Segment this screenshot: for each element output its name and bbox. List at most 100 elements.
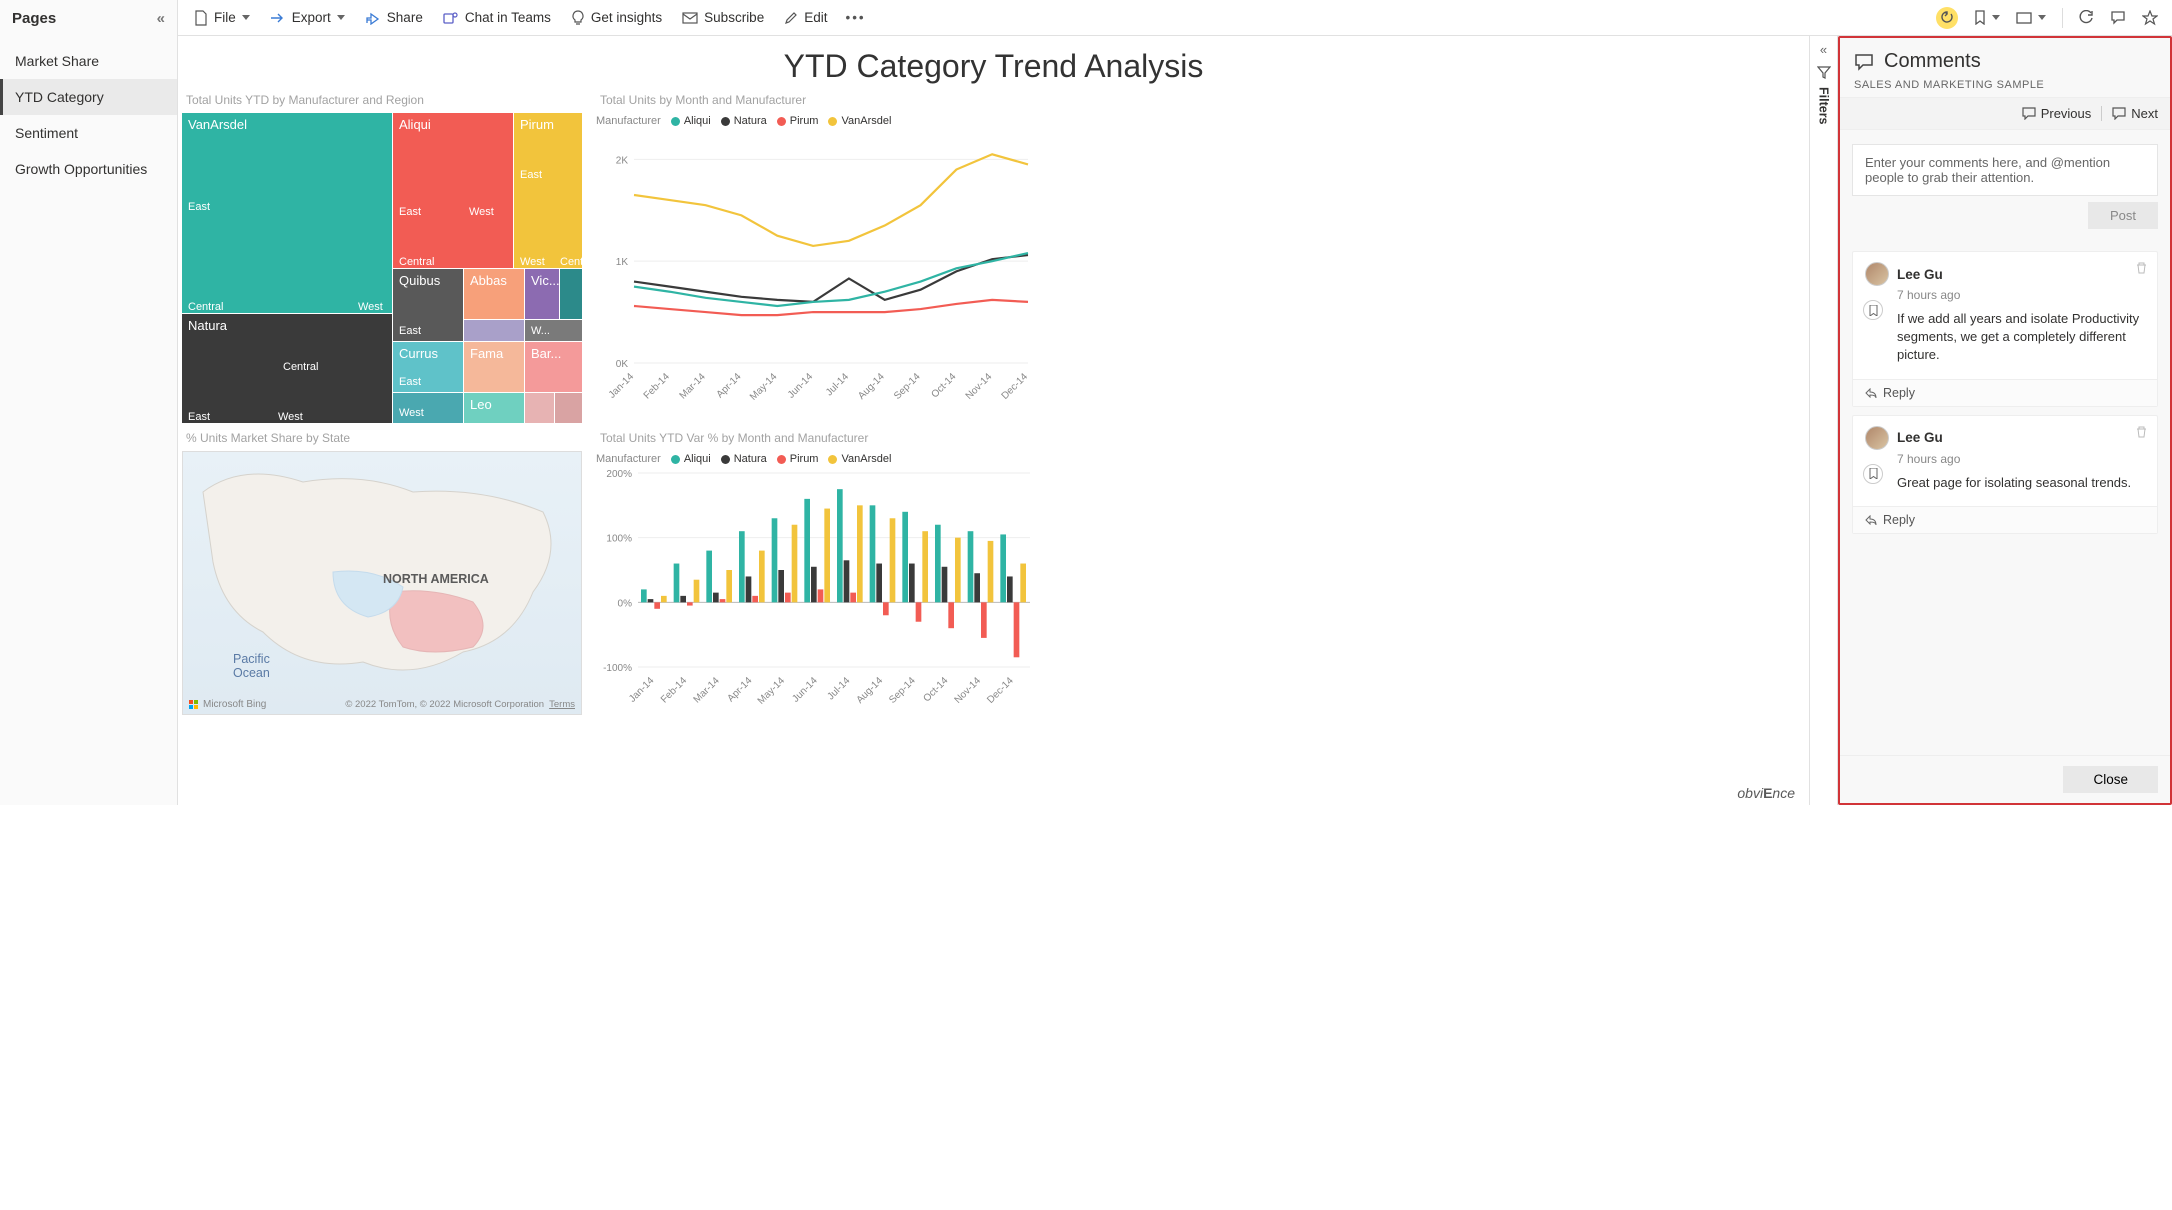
treemap-cell[interactable]: CurrusEast	[393, 342, 463, 392]
ellipsis-icon: •••	[845, 10, 865, 25]
filters-label: Filters	[1817, 87, 1831, 125]
svg-text:Dec-14: Dec-14	[985, 675, 1016, 706]
treemap-region-label: East	[520, 169, 542, 181]
bookmark-icon[interactable]	[1863, 300, 1883, 320]
treemap-cell[interactable]: Bar...	[525, 342, 582, 392]
pages-sidebar: Pages « Market ShareYTD CategorySentimen…	[0, 0, 178, 805]
treemap-cell[interactable]: Aliqui	[393, 113, 513, 268]
svg-text:Mar-14: Mar-14	[678, 371, 708, 401]
treemap-cell[interactable]	[555, 393, 582, 423]
comment-author: Lee Gu	[1897, 267, 1943, 282]
svg-text:Apr-14: Apr-14	[715, 371, 744, 400]
svg-text:Jan-14: Jan-14	[627, 675, 657, 705]
svg-text:200%: 200%	[606, 469, 632, 480]
treemap-visual[interactable]: Total Units YTD by Manufacturer and Regi…	[182, 91, 582, 421]
svg-text:Jul-14: Jul-14	[824, 371, 851, 398]
comment-card: Lee Gu 7 hours ago Great page for isolat…	[1852, 415, 2158, 534]
treemap-cell[interactable]	[560, 269, 582, 319]
map-visual[interactable]: % Units Market Share by State NORTH AMER…	[182, 429, 582, 729]
file-menu[interactable]: File	[186, 6, 258, 30]
export-menu[interactable]: Export	[262, 6, 353, 29]
edit-button[interactable]: Edit	[776, 6, 835, 29]
treemap-region-label: East	[188, 201, 210, 213]
treemap-cell[interactable]: Abbas	[464, 269, 524, 319]
legend-item-aliqui[interactable]: Aliqui	[671, 115, 711, 127]
treemap-cell[interactable]: QuibusEast	[393, 269, 463, 341]
line-chart-visual[interactable]: Total Units by Month and Manufacturer Ma…	[596, 91, 1046, 421]
file-label: File	[214, 10, 236, 25]
next-comment-button[interactable]: Next	[2112, 106, 2158, 121]
pages-title: Pages	[12, 10, 56, 27]
legend-item-natura[interactable]: Natura	[721, 115, 767, 127]
insights-label: Get insights	[591, 10, 662, 25]
legend-item-pirum[interactable]: Pirum	[777, 453, 819, 465]
insights-button[interactable]: Get insights	[563, 6, 670, 30]
svg-text:Feb-14: Feb-14	[642, 371, 672, 401]
view-menu[interactable]	[2010, 8, 2052, 28]
report-canvas: YTD Category Trend Analysis Total Units …	[178, 36, 1810, 805]
bookmark-icon[interactable]	[1863, 464, 1883, 484]
legend-item-vanarsdel[interactable]: VanArsdel	[828, 453, 891, 465]
subscribe-button[interactable]: Subscribe	[674, 6, 772, 29]
collapse-sidebar-icon[interactable]: «	[157, 10, 165, 27]
treemap-cell[interactable]	[525, 393, 554, 423]
bookmark-menu[interactable]	[1968, 6, 2006, 29]
treemap-region-label: West	[278, 411, 303, 423]
export-label: Export	[292, 10, 331, 25]
comments-subtitle: SALES AND MARKETING SAMPLE	[1854, 73, 2156, 91]
page-tab-market-share[interactable]: Market Share	[0, 43, 177, 79]
refresh-button[interactable]	[2073, 6, 2100, 29]
comment-icon	[2110, 10, 2126, 25]
reset-button[interactable]	[1930, 3, 1964, 33]
svg-text:May-14: May-14	[748, 371, 780, 403]
reply-button[interactable]: Reply	[1853, 379, 2157, 406]
favorite-button[interactable]	[2136, 6, 2164, 30]
map-title: % Units Market Share by State	[182, 429, 582, 451]
report-title: YTD Category Trend Analysis	[178, 42, 1809, 91]
filters-pane-collapsed[interactable]: « Filters	[1810, 36, 1838, 805]
treemap-cell[interactable]: Fama	[464, 342, 524, 392]
share-button[interactable]: Share	[357, 6, 431, 29]
map-terms-link[interactable]: Terms	[549, 699, 575, 710]
reply-button[interactable]: Reply	[1853, 506, 2157, 533]
treemap-cell[interactable]: Pirum	[514, 113, 582, 268]
post-comment-button[interactable]: Post	[2088, 202, 2158, 229]
comment-input[interactable]: Enter your comments here, and @mention p…	[1852, 144, 2158, 196]
svg-text:Nov-14: Nov-14	[964, 371, 995, 402]
treemap-cell[interactable]: VanArsdel	[182, 113, 392, 313]
legend-item-aliqui[interactable]: Aliqui	[671, 453, 711, 465]
chat-teams-button[interactable]: Chat in Teams	[435, 6, 559, 30]
teams-icon	[443, 10, 459, 26]
reset-icon	[1940, 11, 1954, 25]
svg-text:2K: 2K	[616, 155, 629, 166]
treemap-cell[interactable]: W...	[525, 320, 582, 341]
treemap-cell[interactable]: Vic...	[525, 269, 559, 319]
treemap-cell[interactable]: Leo	[464, 393, 524, 423]
page-tab-growth-opportunities[interactable]: Growth Opportunities	[0, 151, 177, 187]
legend-label: Manufacturer	[596, 115, 661, 127]
close-comments-button[interactable]: Close	[2063, 766, 2158, 793]
treemap-cell[interactable]: West	[393, 393, 463, 423]
delete-comment-button[interactable]	[2136, 262, 2147, 277]
legend-item-vanarsdel[interactable]: VanArsdel	[828, 115, 891, 127]
delete-comment-button[interactable]	[2136, 426, 2147, 441]
page-tab-sentiment[interactable]: Sentiment	[0, 115, 177, 151]
star-icon	[2142, 10, 2158, 26]
treemap-cell[interactable]	[464, 320, 524, 341]
page-tab-ytd-category[interactable]: YTD Category	[0, 79, 177, 115]
map-copyright: © 2022 TomTom, © 2022 Microsoft Corporat…	[345, 699, 575, 710]
svg-text:0K: 0K	[616, 359, 629, 370]
comments-toggle-button[interactable]	[2104, 6, 2132, 29]
comment-text: If we add all years and isolate Producti…	[1865, 302, 2145, 369]
comment-next-icon	[2112, 107, 2126, 120]
avatar	[1865, 426, 1889, 450]
treemap-region-label: East	[188, 411, 210, 423]
previous-comment-button[interactable]: Previous	[2022, 106, 2092, 121]
svg-text:Feb-14: Feb-14	[659, 675, 689, 705]
legend-item-natura[interactable]: Natura	[721, 453, 767, 465]
bar-chart-visual[interactable]: Total Units YTD Var % by Month and Manuf…	[596, 429, 1046, 729]
more-options-button[interactable]: •••	[839, 6, 871, 29]
legend-item-pirum[interactable]: Pirum	[777, 115, 819, 127]
svg-text:1K: 1K	[616, 257, 629, 268]
line-title: Total Units by Month and Manufacturer	[596, 91, 1046, 113]
